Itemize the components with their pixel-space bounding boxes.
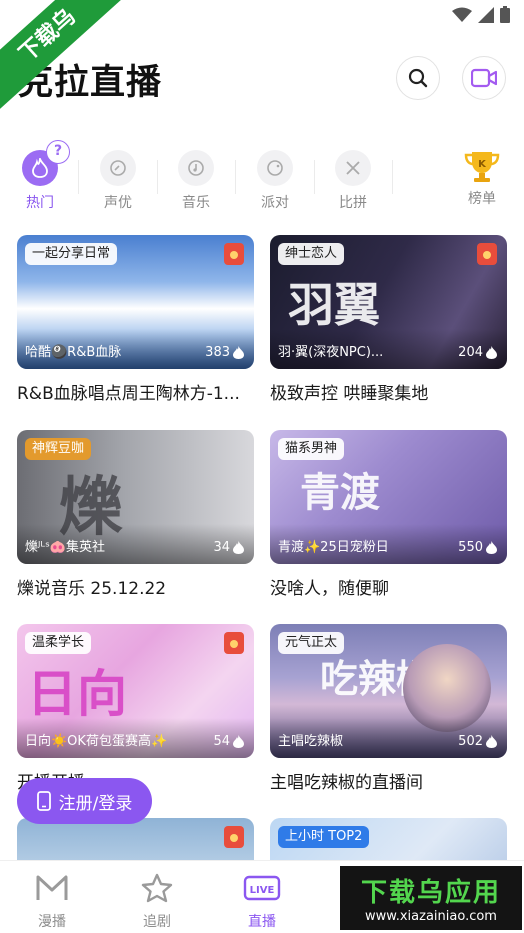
party-icon	[257, 150, 293, 186]
host-name: 羽·翼(深夜NPC)...	[278, 345, 384, 360]
video-camera-icon	[471, 68, 497, 88]
flame-icon	[486, 541, 497, 554]
room-thumbnail: 一起分享日常 哈酷🎱R&B血脉 383	[17, 235, 254, 369]
help-badge[interactable]: ?	[46, 140, 70, 164]
room-title: 主唱吃辣椒的直播间	[270, 773, 423, 793]
room-tag: 一起分享日常	[25, 243, 118, 265]
host-name: 日向☀️OK荷包蛋赛高✨	[25, 734, 168, 749]
cover-art-text: 日向	[27, 665, 127, 723]
nav-live[interactable]: LIVE 直播	[232, 873, 292, 931]
viewer-count: 550	[458, 540, 483, 555]
room-thumbnail: 青渡 猫系男神 青渡✨25日宠粉日 550	[270, 430, 507, 564]
host-name: 主唱吃辣椒	[278, 734, 344, 749]
gift-icon	[477, 243, 497, 265]
swords-icon	[335, 150, 371, 186]
login-button[interactable]: 注册/登录	[17, 778, 152, 824]
host-name: 爍ᴶᴸˢ🐽集英社	[25, 540, 106, 555]
category-music[interactable]: 音乐	[166, 140, 226, 216]
nav-label: 直播	[248, 914, 276, 930]
room-title: 没啥人，随便聊	[270, 579, 389, 599]
room-title: 极致声控 哄睡聚集地	[270, 384, 429, 404]
watermark-small: www.xiazainiao.com	[365, 909, 497, 924]
room-thumbnail: 爍 神辉豆咖 爍ᴶᴸˢ🐽集英社 34	[17, 430, 254, 564]
cover-art-text: 羽翼	[288, 278, 380, 332]
viewer-count: 204	[458, 345, 483, 360]
search-icon	[408, 68, 428, 88]
wifi-icon	[452, 7, 472, 22]
nav-manbo[interactable]: 漫播	[22, 873, 82, 931]
divider	[78, 160, 79, 194]
room-thumbnail: 羽翼 绅士恋人 羽·翼(深夜NPC)... 204	[270, 235, 507, 369]
login-label: 注册/登录	[58, 793, 133, 814]
room-card[interactable]: 吃辣椒 元气正太 主唱吃辣椒 502 主唱吃辣椒的直播间	[270, 624, 507, 793]
signal-icon	[478, 6, 494, 23]
gift-icon	[224, 243, 244, 265]
host-name: 哈酷🎱R&B血脉	[25, 345, 122, 360]
live-icon: LIVE	[243, 875, 281, 901]
flame-icon	[486, 735, 497, 748]
cover-art-text: 青渡	[300, 470, 380, 516]
nav-label: 追剧	[143, 914, 171, 930]
room-card[interactable]: 一起分享日常 哈酷🎱R&B血脉 383 R&B血脉唱点周王陶林方-1...	[17, 235, 254, 404]
trophy-icon: K	[462, 146, 502, 186]
divider	[157, 160, 158, 194]
watermark-banner: 下载乌应用 www.xiazainiao.com	[340, 866, 522, 930]
room-thumbnail: 吃辣椒 元气正太 主唱吃辣椒 502	[270, 624, 507, 758]
category-label: 榜单	[468, 191, 496, 207]
room-card[interactable]: 青渡 猫系男神 青渡✨25日宠粉日 550 没啥人，随便聊	[270, 430, 507, 599]
room-tag: 猫系男神	[278, 438, 345, 460]
nav-drama[interactable]: 追剧	[127, 873, 187, 931]
category-label: 派对	[261, 195, 289, 211]
nav-label: 漫播	[38, 914, 66, 930]
search-button[interactable]	[396, 56, 440, 100]
category-pk[interactable]: 比拼	[323, 140, 383, 216]
category-label: 音乐	[182, 195, 210, 211]
viewer-count: 34	[213, 540, 230, 555]
category-voice[interactable]: 声优	[88, 140, 148, 216]
room-tag: 绅士恋人	[278, 243, 345, 265]
room-title: R&B血脉唱点周王陶林方-1...	[17, 384, 240, 404]
svg-text:K: K	[478, 159, 487, 170]
room-tag: 神辉豆咖	[25, 438, 92, 460]
room-title: 爍说音乐 25.12.22	[17, 579, 167, 599]
gift-icon	[224, 826, 244, 848]
flame-icon	[233, 735, 244, 748]
category-label: 比拼	[339, 195, 367, 211]
viewer-count: 383	[205, 345, 230, 360]
flame-icon	[233, 541, 244, 554]
room-card[interactable]: 羽翼 绅士恋人 羽·翼(深夜NPC)... 204 极致声控 哄睡聚集地	[270, 235, 507, 404]
music-note-icon	[178, 150, 214, 186]
viewer-count: 502	[458, 734, 483, 749]
header: 克拉直播	[0, 50, 524, 110]
mic-icon	[100, 150, 136, 186]
category-party[interactable]: 派对	[245, 140, 305, 216]
room-tag: 元气正太	[278, 632, 345, 654]
room-thumbnail: 日向 温柔学长 日向☀️OK荷包蛋赛高✨ 54	[17, 624, 254, 758]
divider	[392, 160, 393, 194]
manbo-logo-icon	[36, 875, 68, 900]
rank-tag: 上小时 TOP2	[278, 826, 370, 848]
viewer-count: 54	[213, 734, 230, 749]
status-icons	[452, 6, 510, 23]
category-label: 热门	[26, 195, 54, 211]
divider	[235, 160, 236, 194]
host-name: 青渡✨25日宠粉日	[278, 540, 389, 555]
category-bar: 热门 声优 音乐 派对 比拼 K 榜单	[0, 140, 524, 216]
divider	[314, 160, 315, 194]
room-card[interactable]: 日向 温柔学长 日向☀️OK荷包蛋赛高✨ 54 开播开播	[17, 624, 254, 793]
category-ranking[interactable]: K 榜单	[452, 140, 512, 216]
flame-icon	[233, 346, 244, 359]
watermark-big: 下载乌应用	[360, 878, 501, 908]
start-live-button[interactable]	[462, 56, 506, 100]
star-icon	[141, 873, 173, 903]
room-tag: 温柔学长	[25, 632, 92, 654]
flame-icon	[486, 346, 497, 359]
category-label: 声优	[104, 195, 132, 211]
svg-text:LIVE: LIVE	[250, 885, 275, 896]
phone-icon	[36, 791, 51, 811]
room-card[interactable]: 爍 神辉豆咖 爍ᴶᴸˢ🐽集英社 34 爍说音乐 25.12.22	[17, 430, 254, 599]
gift-icon	[224, 632, 244, 654]
battery-icon	[500, 6, 510, 23]
